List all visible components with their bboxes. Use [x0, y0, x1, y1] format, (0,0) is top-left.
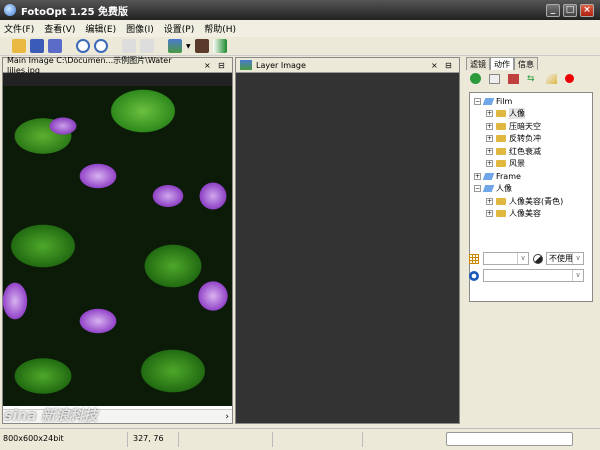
action-icon [496, 110, 506, 118]
image-size: 800x600x24bit [3, 434, 64, 443]
expand-toggle-icon[interactable]: + [486, 147, 493, 155]
tree-node[interactable]: + Frame [470, 170, 592, 183]
water-lilies-image[interactable] [3, 86, 232, 406]
dropdown-arrow-icon[interactable]: ▼ [186, 43, 191, 50]
watermark-logo: sina 新浪科技 [4, 408, 98, 424]
action-set-icon [482, 97, 495, 105]
tree-node-label: 人像 [496, 184, 512, 194]
tree-node[interactable]: + 压暗天空 [470, 120, 592, 133]
action-icon [496, 122, 506, 130]
layer-icon [240, 60, 252, 70]
title-bar: FotoOpt 1.25 免费版 _ □ × [0, 0, 600, 20]
action-icon [496, 210, 506, 218]
status-bar: 800x600x24bit 327, 76 [0, 428, 600, 450]
tree-node-label: 人像美容(青色) [509, 196, 564, 206]
blend-mode-select[interactable]: 不使用 ∨ [546, 252, 584, 265]
panel-restore-button[interactable]: ⊟ [218, 61, 232, 70]
layer-image-icon[interactable] [168, 39, 182, 53]
menu-image[interactable]: 图像(I) [126, 22, 154, 35]
tree-node[interactable]: + 红色衰减 [470, 145, 592, 158]
main-image-title: Main Image C:\Documen...示例图片\Water lilie… [7, 56, 172, 75]
redo-icon[interactable] [140, 39, 154, 53]
tree-node-label: Frame [496, 171, 521, 181]
convert-icon[interactable]: ⇆ [527, 74, 538, 84]
opacity-select[interactable]: ∨ [483, 252, 529, 265]
zoom-in-icon[interactable] [76, 39, 90, 53]
expand-toggle-icon[interactable]: + [486, 110, 493, 118]
tree-node-label: 风景 [509, 159, 525, 169]
expand-toggle-icon[interactable]: + [486, 160, 493, 168]
save-as-icon[interactable] [48, 39, 62, 53]
window-title: FotoOpt 1.25 免费版 [21, 6, 129, 18]
tree-node-label: 人像美容 [509, 209, 541, 219]
panel-close-button[interactable]: × [204, 61, 218, 70]
maximize-button[interactable]: □ [563, 4, 577, 17]
action-icon [496, 160, 506, 168]
tree-node-label: 人像 [509, 108, 525, 120]
expand-toggle-icon[interactable]: + [486, 135, 493, 143]
portrait-icon[interactable] [194, 39, 209, 53]
layer-image-title: Layer Image [256, 60, 306, 70]
expand-toggle-icon[interactable]: + [474, 172, 481, 180]
tree-node[interactable]: + 人像美容(青色) [470, 195, 592, 208]
channel-icon [469, 271, 479, 281]
undo-icon[interactable] [122, 39, 136, 53]
grid-icon [469, 254, 479, 264]
menu-settings[interactable]: 设置(P) [164, 22, 194, 35]
zoom-out-icon[interactable] [94, 39, 108, 53]
tab-info[interactable]: 信息 [514, 57, 538, 70]
tree-node-label: 反转负冲 [509, 134, 541, 144]
expand-toggle-icon[interactable]: + [486, 210, 493, 218]
save-icon[interactable] [30, 39, 44, 53]
tree-node[interactable]: + 人像 [470, 108, 592, 121]
action-icon [496, 197, 506, 205]
tree-node[interactable]: + 人像美容 [470, 208, 592, 221]
tree-node[interactable]: − Film [470, 95, 592, 108]
tree-node[interactable]: + 反转负冲 [470, 133, 592, 146]
expand-toggle-icon[interactable]: − [474, 97, 481, 105]
open-icon[interactable] [12, 39, 26, 53]
menu-file[interactable]: 文件(F) [4, 22, 34, 35]
tree-node[interactable]: − 人像 [470, 183, 592, 196]
actions-panel: 滤镜 动作 信息 ⇆ − Film + 人像 + 压暗天空 + 反转负冲 + 红色衰减 + 风景 + Fr… [466, 57, 599, 427]
layer-restore-button[interactable]: ⊟ [445, 61, 459, 70]
record-icon[interactable] [565, 74, 574, 83]
progress-bar [446, 432, 573, 446]
layer-image-header: Layer Image × ⊟ [236, 58, 459, 73]
gradient-icon[interactable] [212, 39, 227, 53]
main-image-header: Main Image C:\Documen...示例图片\Water lilie… [3, 56, 232, 75]
menu-edit[interactable]: 编辑(E) [85, 22, 116, 35]
layer-image-panel: Layer Image × ⊟ [235, 57, 460, 424]
tree-node[interactable]: + 风景 [470, 158, 592, 171]
layer-close-button[interactable]: × [431, 61, 445, 70]
app-logo-icon [4, 4, 16, 16]
main-image-panel: Main Image C:\Documen...示例图片\Water lilie… [2, 56, 233, 424]
cursor-coords: 327, 76 [133, 434, 164, 443]
tab-actions[interactable]: 动作 [490, 57, 514, 70]
menu-view[interactable]: 查看(V) [44, 22, 75, 35]
action-set-icon [482, 185, 495, 193]
menu-bar: 文件(F) 查看(V) 编辑(E) 图像(I) 设置(P) 帮助(H) [0, 20, 600, 37]
menu-help[interactable]: 帮助(H) [204, 22, 236, 35]
new-action-icon[interactable] [489, 73, 500, 84]
action-icon [496, 135, 506, 143]
tree-node-label: 红色衰减 [509, 146, 541, 156]
toolbar: ▼ [0, 37, 600, 56]
tree-node-label: Film [496, 96, 513, 106]
channel-select[interactable]: ∨ [483, 269, 584, 282]
expand-toggle-icon[interactable]: + [486, 197, 493, 205]
scroll-right-button[interactable]: › [225, 412, 229, 422]
new-set-icon[interactable] [508, 73, 519, 84]
play-icon[interactable] [470, 73, 481, 84]
action-icon [496, 147, 506, 155]
action-set-icon [482, 172, 495, 180]
blend-icon [533, 254, 543, 264]
expand-toggle-icon[interactable]: + [486, 122, 493, 130]
expand-toggle-icon[interactable]: − [474, 185, 481, 193]
tab-filters[interactable]: 滤镜 [466, 57, 490, 70]
minimize-button[interactable]: _ [546, 4, 560, 17]
close-button[interactable]: × [580, 4, 594, 17]
tree-node-label: 压暗天空 [509, 121, 541, 131]
brush-icon[interactable] [546, 73, 557, 84]
